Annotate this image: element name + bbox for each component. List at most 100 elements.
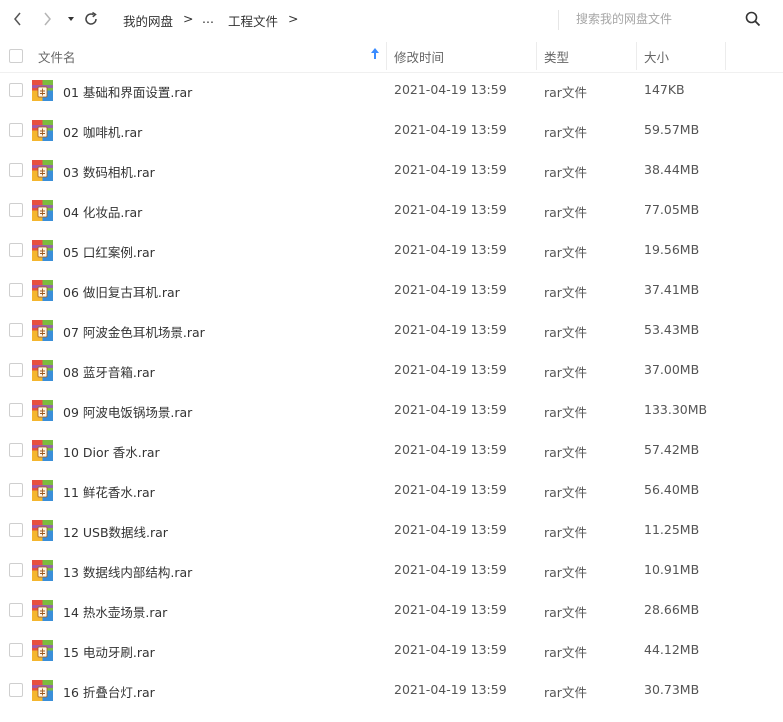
file-row[interactable]: 07 阿波金色耳机场景.rar 2021-04-19 13:59 rar文件 53.4… xyxy=(0,310,783,350)
file-modified-time: 2021-04-19 13:59 xyxy=(394,682,507,697)
forward-button[interactable] xyxy=(37,9,57,29)
column-divider[interactable] xyxy=(386,42,387,70)
file-row[interactable]: 09 阿波电饭锅场景.rar 2021-04-19 13:59 rar文件 133.3… xyxy=(0,390,783,430)
file-checkbox[interactable] xyxy=(9,83,23,97)
file-name[interactable]: 02 咖啡机.rar xyxy=(63,122,142,141)
sort-ascending-icon[interactable] xyxy=(369,47,381,61)
rar-archive-icon xyxy=(32,80,53,101)
file-checkbox[interactable] xyxy=(9,163,23,177)
rar-archive-icon xyxy=(32,200,53,221)
search-icon[interactable] xyxy=(744,10,762,28)
file-type: rar文件 xyxy=(544,85,587,100)
history-dropdown-button[interactable] xyxy=(61,9,81,29)
file-name[interactable]: 01 基础和界面设置.rar xyxy=(63,82,192,101)
file-name[interactable]: 08 蓝牙音箱.rar xyxy=(63,362,155,381)
file-checkbox[interactable] xyxy=(9,403,23,417)
file-checkbox[interactable] xyxy=(9,363,23,377)
file-row[interactable]: 14 热水壶场景.rar 2021-04-19 13:59 rar文件 28.66MB xyxy=(0,590,783,630)
file-checkbox[interactable] xyxy=(9,483,23,497)
file-checkbox[interactable] xyxy=(9,203,23,217)
file-checkbox[interactable] xyxy=(9,123,23,137)
file-type: rar文件 xyxy=(544,365,587,380)
file-list-header: 文件名 修改时间 类型 大小 xyxy=(0,38,783,73)
column-divider[interactable] xyxy=(636,42,637,70)
file-name[interactable]: 11 鲜花香水.rar xyxy=(63,482,155,501)
file-modified-time: 2021-04-19 13:59 xyxy=(394,562,507,577)
breadcrumb-separator: > xyxy=(288,11,299,26)
file-checkbox[interactable] xyxy=(9,523,23,537)
file-name[interactable]: 03 数码相机.rar xyxy=(63,162,155,181)
file-row[interactable]: 08 蓝牙音箱.rar 2021-04-19 13:59 rar文件 37.00MB xyxy=(0,350,783,390)
file-checkbox[interactable] xyxy=(9,603,23,617)
file-size: 57.42MB xyxy=(644,442,700,457)
file-row[interactable]: 15 电动牙刷.rar 2021-04-19 13:59 rar文件 44.12MB xyxy=(0,630,783,670)
file-row[interactable]: 16 折叠台灯.rar 2021-04-19 13:59 rar文件 30.73MB xyxy=(0,670,783,710)
search-input[interactable] xyxy=(566,6,746,32)
file-type: rar文件 xyxy=(544,445,587,460)
column-divider[interactable] xyxy=(536,42,537,70)
file-type: rar文件 xyxy=(544,485,587,500)
search-box xyxy=(566,6,766,32)
file-name[interactable]: 14 热水壶场景.rar xyxy=(63,602,167,621)
file-row[interactable]: 01 基础和界面设置.rar 2021-04-19 13:59 rar文件 147KB xyxy=(0,70,783,110)
file-row[interactable]: 03 数码相机.rar 2021-04-19 13:59 rar文件 38.44MB xyxy=(0,150,783,190)
file-row[interactable]: 02 咖啡机.rar 2021-04-19 13:59 rar文件 59.57MB xyxy=(0,110,783,150)
file-type: rar文件 xyxy=(544,125,587,140)
file-size: 53.43MB xyxy=(644,322,700,337)
column-divider[interactable] xyxy=(725,42,726,70)
file-type: rar文件 xyxy=(544,685,587,700)
file-size: 133.30MB xyxy=(644,402,708,417)
file-name[interactable]: 06 做旧复古耳机.rar xyxy=(63,282,180,301)
rar-archive-icon xyxy=(32,520,53,541)
file-type: rar文件 xyxy=(544,325,587,340)
rar-archive-icon xyxy=(32,680,53,701)
file-size: 28.66MB xyxy=(644,602,700,617)
file-checkbox[interactable] xyxy=(9,643,23,657)
file-row[interactable]: 13 数据线内部结构.rar 2021-04-19 13:59 rar文件 10.91… xyxy=(0,550,783,590)
file-size: 77.05MB xyxy=(644,202,700,217)
select-all-checkbox[interactable] xyxy=(9,49,23,63)
file-checkbox[interactable] xyxy=(9,563,23,577)
refresh-button[interactable] xyxy=(81,9,101,29)
file-type: rar文件 xyxy=(544,565,587,580)
file-name[interactable]: 09 阿波电饭锅场景.rar xyxy=(63,402,192,421)
file-checkbox[interactable] xyxy=(9,443,23,457)
breadcrumb-item-ellipsis[interactable]: ... xyxy=(202,11,214,26)
file-modified-time: 2021-04-19 13:59 xyxy=(394,162,507,177)
file-list: 01 基础和界面设置.rar 2021-04-19 13:59 rar文件 147KB… xyxy=(0,70,783,710)
rar-archive-icon xyxy=(32,320,53,341)
file-name[interactable]: 16 折叠台灯.rar xyxy=(63,682,155,701)
breadcrumb-item-current[interactable]: 工程文件 xyxy=(228,11,278,30)
back-button[interactable] xyxy=(8,9,28,29)
column-header-type[interactable]: 类型 xyxy=(544,47,569,66)
file-type: rar文件 xyxy=(544,285,587,300)
file-checkbox[interactable] xyxy=(9,683,23,697)
file-checkbox[interactable] xyxy=(9,283,23,297)
file-checkbox[interactable] xyxy=(9,243,23,257)
file-size: 38.44MB xyxy=(644,162,700,177)
file-name[interactable]: 07 阿波金色耳机场景.rar xyxy=(63,322,205,341)
file-name[interactable]: 04 化妆品.rar xyxy=(63,202,142,221)
file-size: 44.12MB xyxy=(644,642,700,657)
column-header-name[interactable]: 文件名 xyxy=(38,47,76,66)
file-row[interactable]: 12 USB数据线.rar 2021-04-19 13:59 rar文件 11.25M… xyxy=(0,510,783,550)
file-row[interactable]: 04 化妆品.rar 2021-04-19 13:59 rar文件 77.05MB xyxy=(0,190,783,230)
file-name[interactable]: 05 口红案例.rar xyxy=(63,242,155,261)
file-row[interactable]: 10 Dior 香水.rar 2021-04-19 13:59 rar文件 57.42… xyxy=(0,430,783,470)
file-name[interactable]: 13 数据线内部结构.rar xyxy=(63,562,192,581)
file-name[interactable]: 15 电动牙刷.rar xyxy=(63,642,155,661)
rar-archive-icon xyxy=(32,640,53,661)
breadcrumb-item-root[interactable]: 我的网盘 xyxy=(123,11,173,30)
column-header-size[interactable]: 大小 xyxy=(644,47,669,66)
file-name[interactable]: 12 USB数据线.rar xyxy=(63,522,168,541)
file-row[interactable]: 05 口红案例.rar 2021-04-19 13:59 rar文件 19.56MB xyxy=(0,230,783,270)
rar-archive-icon xyxy=(32,560,53,581)
file-row[interactable]: 11 鲜花香水.rar 2021-04-19 13:59 rar文件 56.40MB xyxy=(0,470,783,510)
file-checkbox[interactable] xyxy=(9,323,23,337)
file-modified-time: 2021-04-19 13:59 xyxy=(394,482,507,497)
file-name[interactable]: 10 Dior 香水.rar xyxy=(63,442,160,461)
rar-archive-icon xyxy=(32,280,53,301)
column-header-modified[interactable]: 修改时间 xyxy=(394,47,444,66)
file-modified-time: 2021-04-19 13:59 xyxy=(394,642,507,657)
file-row[interactable]: 06 做旧复古耳机.rar 2021-04-19 13:59 rar文件 37.41M… xyxy=(0,270,783,310)
